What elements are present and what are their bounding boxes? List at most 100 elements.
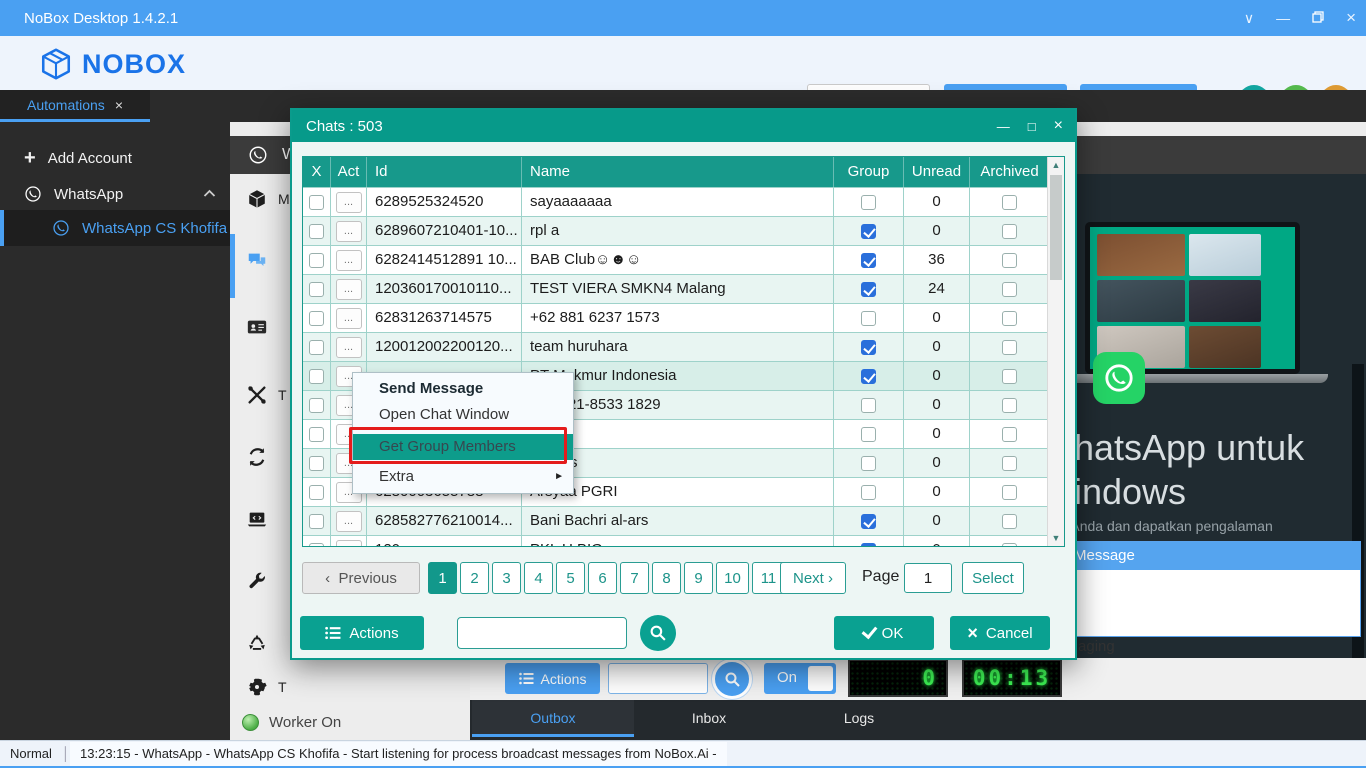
page-button-2[interactable]: 2 bbox=[460, 562, 489, 594]
group-checkbox[interactable] bbox=[861, 398, 876, 413]
archived-checkbox[interactable] bbox=[1002, 514, 1017, 529]
column-header-name[interactable]: Name bbox=[522, 157, 834, 187]
modal-search-button[interactable] bbox=[640, 615, 676, 651]
group-checkbox[interactable] bbox=[861, 311, 876, 326]
archived-checkbox[interactable] bbox=[1002, 456, 1017, 471]
table-row[interactable]: ...6282414512891 10...BAB Club☺☻☺36 bbox=[303, 245, 1064, 274]
group-checkbox[interactable] bbox=[861, 224, 876, 239]
group-checkbox[interactable] bbox=[861, 253, 876, 268]
group-checkbox[interactable] bbox=[861, 282, 876, 297]
page-button-7[interactable]: 7 bbox=[620, 562, 649, 594]
page-button-5[interactable]: 5 bbox=[556, 562, 585, 594]
page-button-10[interactable]: 10 bbox=[716, 562, 749, 594]
row-select-checkbox[interactable] bbox=[309, 427, 324, 442]
row-actions-button[interactable]: ... bbox=[336, 192, 362, 213]
modal-minimize-button[interactable]: — bbox=[997, 119, 1010, 134]
sidebar-item-whatsapp[interactable]: WhatsApp bbox=[0, 178, 230, 210]
on-toggle[interactable]: On bbox=[764, 663, 836, 694]
scrollbar-thumb[interactable] bbox=[1050, 175, 1062, 280]
table-row[interactable]: ...6289525324520sayaaaaaaa0 bbox=[303, 187, 1064, 216]
column-header-unread[interactable]: Unread bbox=[904, 157, 970, 187]
page-button-1[interactable]: 1 bbox=[428, 562, 457, 594]
row-actions-button[interactable]: ... bbox=[336, 250, 362, 271]
row-actions-button[interactable]: ... bbox=[336, 511, 362, 532]
ok-button[interactable]: OK bbox=[834, 616, 934, 650]
group-checkbox[interactable] bbox=[861, 195, 876, 210]
group-checkbox[interactable] bbox=[861, 427, 876, 442]
row-select-checkbox[interactable] bbox=[309, 195, 324, 210]
table-row[interactable]: ...628582776210014...Bani Bachri al-ars0 bbox=[303, 506, 1064, 535]
page-button-4[interactable]: 4 bbox=[524, 562, 553, 594]
table-row[interactable]: ...6289607210401-10...rpl a0 bbox=[303, 216, 1064, 245]
row-select-checkbox[interactable] bbox=[309, 485, 324, 500]
outbox-actions-button[interactable]: Actions bbox=[505, 663, 600, 694]
archived-checkbox[interactable] bbox=[1002, 485, 1017, 500]
archived-checkbox[interactable] bbox=[1002, 369, 1017, 384]
table-scrollbar[interactable]: ▲ ▼ bbox=[1047, 157, 1064, 546]
menu-item-extra[interactable]: Extra► bbox=[353, 464, 573, 490]
row-actions-button[interactable]: ... bbox=[336, 308, 362, 329]
group-checkbox[interactable] bbox=[861, 340, 876, 355]
column-header-act[interactable]: Act bbox=[331, 157, 367, 187]
menu-item-open-chat-window[interactable]: Open Chat Window bbox=[353, 402, 573, 428]
menu-item-send-message[interactable]: Send Message bbox=[353, 376, 573, 402]
column-header-x[interactable]: X bbox=[303, 157, 331, 187]
select-page-button[interactable]: Select bbox=[962, 562, 1024, 594]
row-select-checkbox[interactable] bbox=[309, 398, 324, 413]
outbox-search-input[interactable] bbox=[608, 663, 708, 694]
modal-close-button[interactable]: × bbox=[1054, 117, 1063, 135]
row-actions-button[interactable]: ... bbox=[336, 279, 362, 300]
column-header-archived[interactable]: Archived bbox=[970, 157, 1049, 187]
row-select-checkbox[interactable] bbox=[309, 311, 324, 326]
scroll-up-icon[interactable]: ▲ bbox=[1048, 157, 1064, 173]
row-select-checkbox[interactable] bbox=[309, 543, 324, 548]
archived-checkbox[interactable] bbox=[1002, 282, 1017, 297]
page-button-8[interactable]: 8 bbox=[652, 562, 681, 594]
group-checkbox[interactable] bbox=[861, 514, 876, 529]
group-checkbox[interactable] bbox=[861, 485, 876, 500]
table-row[interactable]: ...120012002200120...team huruhara0 bbox=[303, 332, 1064, 361]
page-number-input[interactable] bbox=[904, 563, 952, 593]
chevron-down-icon[interactable]: ∨ bbox=[1244, 10, 1254, 27]
restore-button[interactable] bbox=[1312, 10, 1324, 26]
modal-maximize-button[interactable]: □ bbox=[1028, 119, 1036, 134]
archived-checkbox[interactable] bbox=[1002, 340, 1017, 355]
cancel-button[interactable]: × Cancel bbox=[950, 616, 1050, 650]
column-header-group[interactable]: Group bbox=[834, 157, 904, 187]
archived-checkbox[interactable] bbox=[1002, 311, 1017, 326]
close-button[interactable]: × bbox=[1346, 8, 1356, 28]
tab-automations[interactable]: Automations × bbox=[0, 90, 150, 122]
row-actions-button[interactable]: ... bbox=[336, 337, 362, 358]
sidebar-item-add-account[interactable]: + Add Account bbox=[0, 142, 230, 174]
row-select-checkbox[interactable] bbox=[309, 224, 324, 239]
tab-outbox[interactable]: Outbox bbox=[472, 700, 634, 737]
chevron-up-icon[interactable] bbox=[203, 187, 216, 201]
archived-checkbox[interactable] bbox=[1002, 543, 1017, 548]
page-button-3[interactable]: 3 bbox=[492, 562, 521, 594]
minimize-button[interactable]: — bbox=[1276, 10, 1290, 26]
tab-inbox[interactable]: Inbox bbox=[634, 700, 784, 737]
dropdown-selected-item[interactable]: Message bbox=[1064, 542, 1360, 570]
scroll-down-icon[interactable]: ▼ bbox=[1048, 530, 1064, 546]
archived-checkbox[interactable] bbox=[1002, 195, 1017, 210]
archived-checkbox[interactable] bbox=[1002, 224, 1017, 239]
row-select-checkbox[interactable] bbox=[309, 514, 324, 529]
outbox-search-button[interactable] bbox=[712, 659, 752, 699]
table-row[interactable]: ...120360170010110...TEST VIERA SMKN4 Ma… bbox=[303, 274, 1064, 303]
tab-close-icon[interactable]: × bbox=[115, 97, 123, 113]
previous-page-button[interactable]: ‹ Previous bbox=[302, 562, 420, 594]
row-select-checkbox[interactable] bbox=[309, 456, 324, 471]
table-row[interactable]: ...120...PKL U BIG0 bbox=[303, 535, 1064, 547]
sidebar-item-whatsapp-cs-khofifa[interactable]: WhatsApp CS Khofifa bbox=[0, 210, 230, 246]
row-select-checkbox[interactable] bbox=[309, 253, 324, 268]
archived-checkbox[interactable] bbox=[1002, 253, 1017, 268]
tab-logs[interactable]: Logs bbox=[784, 700, 934, 737]
modal-search-input[interactable] bbox=[457, 617, 627, 649]
row-select-checkbox[interactable] bbox=[309, 369, 324, 384]
group-checkbox[interactable] bbox=[861, 456, 876, 471]
actions-button[interactable]: Actions bbox=[300, 616, 424, 650]
page-button-6[interactable]: 6 bbox=[588, 562, 617, 594]
archived-checkbox[interactable] bbox=[1002, 427, 1017, 442]
group-checkbox[interactable] bbox=[861, 369, 876, 384]
table-row[interactable]: ...62831263714575+62 881 6237 15730 bbox=[303, 303, 1064, 332]
